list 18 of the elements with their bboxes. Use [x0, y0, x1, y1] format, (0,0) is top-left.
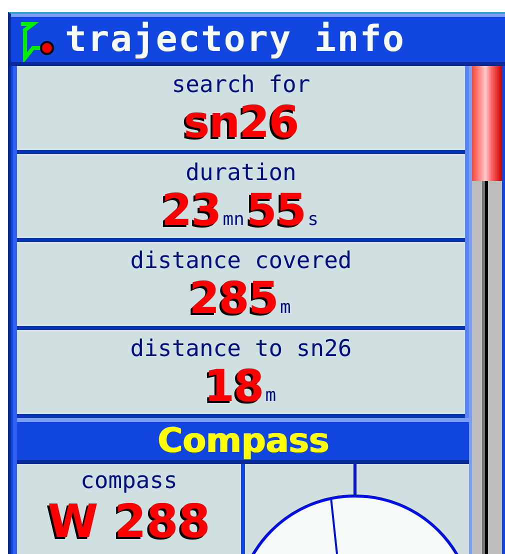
value-number: 18	[204, 362, 264, 412]
scroll-bar[interactable]	[469, 66, 502, 554]
compass-reading: W 288	[48, 494, 210, 548]
unit-label: m	[265, 384, 276, 408]
unit-label: s	[308, 208, 318, 232]
value-number: 55	[246, 186, 306, 236]
unit-label: mn	[222, 208, 244, 232]
value-number: 23	[162, 186, 221, 236]
value-number: sn26	[184, 98, 298, 148]
row-label: search for	[172, 72, 310, 98]
section-title: Compass	[157, 421, 329, 461]
row-label: distance to sn26	[130, 336, 352, 362]
value-number: 285	[189, 274, 278, 324]
compass-label: compass	[80, 468, 178, 494]
row-label: distance covered	[130, 248, 352, 274]
window-title: trajectory info	[65, 19, 406, 60]
row-label: duration	[186, 160, 296, 186]
unit-label: m	[280, 296, 291, 320]
